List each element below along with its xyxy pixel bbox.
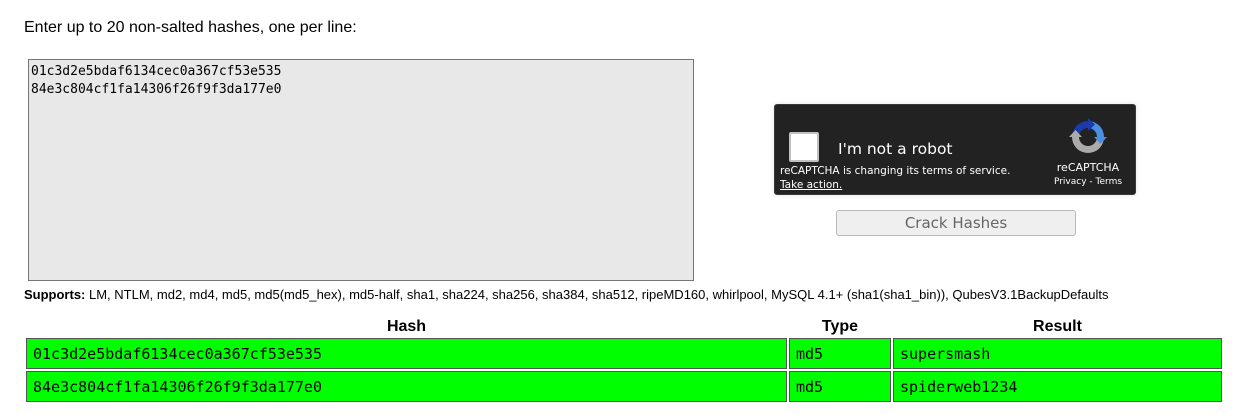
table-row: 84e3c804cf1fa14306f26f9f3da177e0 md5 spi…	[26, 371, 1222, 402]
recaptcha-links: Privacy - Terms	[1035, 177, 1141, 187]
recaptcha-terms-link[interactable]: Terms	[1096, 177, 1123, 187]
table-row: 01c3d2e5bdaf6134cec0a367cf53e535 md5 sup…	[26, 338, 1222, 369]
recaptcha-checkbox[interactable]	[789, 132, 819, 162]
hash-column-header: Hash	[386, 318, 427, 335]
results-table: Hash Type Result 01c3d2e5bdaf6134cec0a36…	[24, 316, 1224, 404]
result-cell: supersmash	[893, 338, 1222, 369]
result-cell: spiderweb1234	[893, 371, 1222, 402]
result-column-header: Result	[1033, 318, 1082, 335]
recaptcha-privacy-link[interactable]: Privacy	[1054, 177, 1087, 187]
type-cell: md5	[789, 371, 891, 402]
recaptcha-brand: reCAPTCHA	[1056, 161, 1120, 174]
results-header-row: Hash Type Result	[26, 318, 1222, 336]
hash-cell: 01c3d2e5bdaf6134cec0a367cf53e535	[26, 338, 787, 369]
hash-input-prompt: Enter up to 20 non-salted hashes, one pe…	[24, 19, 357, 36]
supported-algorithms: Supports: LM, NTLM, md2, md4, md5, md5(m…	[24, 287, 1108, 302]
hash-input-textarea[interactable]	[28, 59, 694, 281]
type-cell: md5	[789, 338, 891, 369]
recaptcha-link-separator: -	[1086, 177, 1096, 187]
type-column-header: Type	[821, 318, 859, 335]
supports-list: LM, NTLM, md2, md4, md5, md5(md5_hex), m…	[85, 287, 1109, 302]
recaptcha-logo-icon	[1069, 118, 1107, 153]
crack-hashes-button[interactable]: Crack Hashes	[836, 210, 1076, 236]
recaptcha-terms-notice: reCAPTCHA is changing its terms of servi…	[780, 165, 1011, 177]
recaptcha-widget: I'm not a robot reCAPTCHA is changing it…	[774, 104, 1136, 195]
hash-cell: 84e3c804cf1fa14306f26f9f3da177e0	[26, 371, 787, 402]
recaptcha-take-action-link[interactable]: Take action.	[780, 178, 842, 192]
recaptcha-checkbox-label: I'm not a robot	[838, 140, 953, 158]
supports-label: Supports:	[24, 287, 86, 302]
